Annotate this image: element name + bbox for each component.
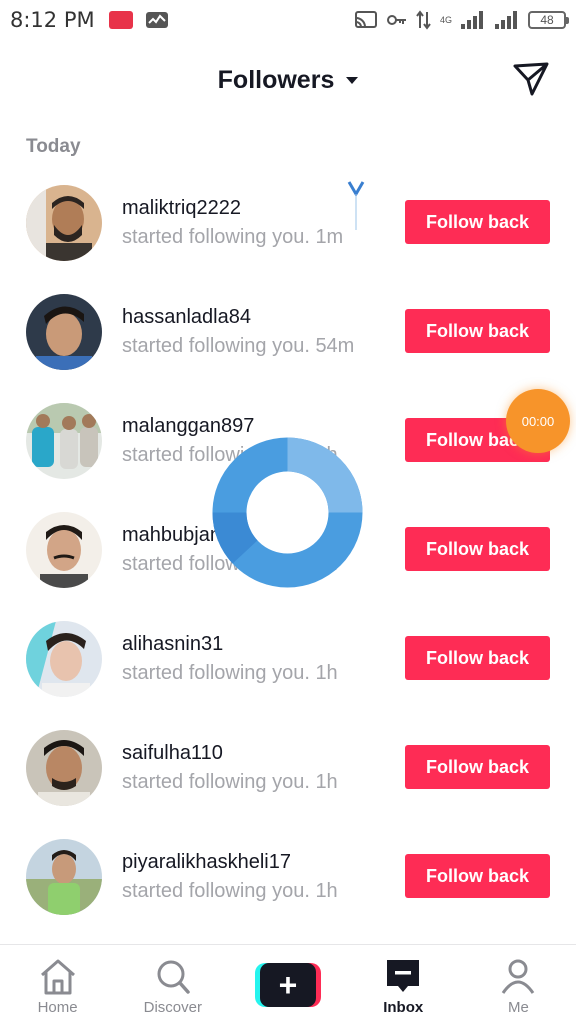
avatar[interactable] <box>26 729 102 806</box>
search-icon <box>157 960 190 994</box>
follower-row[interactable]: maliktriq2222 started following you. 1m … <box>0 168 576 277</box>
battery-icon: 48 <box>528 11 569 29</box>
header: Followers <box>0 52 576 108</box>
bottom-nav: Home Discover + Inbox Me <box>0 944 576 1024</box>
loading-spinner-icon <box>212 437 363 588</box>
avatar[interactable] <box>26 620 102 697</box>
follower-activity: started following you. 1h <box>122 770 338 793</box>
avatar[interactable] <box>26 838 102 915</box>
follower-username[interactable]: malanggan897 <box>122 415 384 438</box>
cast-icon <box>354 11 377 28</box>
follower-activity: started following you. 1m <box>122 225 344 248</box>
follow-back-button[interactable]: Follow back <box>405 200 550 244</box>
avatar[interactable] <box>26 293 102 370</box>
follower-row[interactable]: saifulha110 started following you. 1h Fo… <box>0 713 576 822</box>
follower-activity: started following you. 1h <box>122 661 338 684</box>
create-button[interactable]: + <box>255 962 321 1007</box>
follower-row[interactable]: alihasnin31 started following you. 1h Fo… <box>0 604 576 713</box>
follower-username[interactable]: maliktriq2222 <box>122 197 384 220</box>
recording-timer[interactable]: 00:00 <box>506 389 570 453</box>
status-bar: 8:12 PM 4G 48 <box>0 0 576 40</box>
nav-me[interactable]: Me <box>461 945 576 1024</box>
status-time: 8:12 PM <box>10 8 95 32</box>
touch-indicator-icon <box>347 181 365 230</box>
follow-back-button[interactable]: Follow back <box>405 309 550 353</box>
follower-username[interactable]: saifulha110 <box>122 742 384 765</box>
inbox-icon <box>387 960 420 992</box>
follower-row[interactable]: hassanladla84 started following you. 54m… <box>0 277 576 386</box>
page-title: Followers <box>217 65 335 94</box>
followers-dropdown[interactable]: Followers <box>218 66 359 95</box>
follower-username[interactable]: piyaralikhaskheli17 <box>122 851 384 874</box>
nav-inbox[interactable]: Inbox <box>346 945 461 1024</box>
profile-icon <box>502 959 535 994</box>
nav-me-label: Me <box>507 999 529 1016</box>
plus-icon: + <box>260 962 316 1007</box>
network-type: 4G <box>439 15 452 25</box>
home-icon <box>40 959 75 995</box>
key-icon <box>386 15 406 25</box>
nav-home[interactable]: Home <box>0 945 115 1024</box>
follow-back-button[interactable]: Follow back <box>405 636 550 680</box>
avatar[interactable] <box>26 402 102 479</box>
follower-row[interactable]: piyaralikhaskheli17 started following yo… <box>0 822 576 931</box>
signal-icon-2 <box>495 11 517 29</box>
follow-back-button[interactable]: Follow back <box>405 527 550 571</box>
nav-create: + <box>230 945 345 1024</box>
data-arrows-icon <box>416 10 431 30</box>
caret-down-icon <box>346 76 359 84</box>
follower-activity: started following you. 1h <box>122 879 338 902</box>
activity-icon <box>145 12 168 28</box>
follower-username[interactable]: hassanladla84 <box>122 306 384 329</box>
follow-back-button[interactable]: Follow back <box>405 745 550 789</box>
battery-level: 48 <box>540 13 554 27</box>
section-label-today: Today <box>26 136 81 157</box>
signal-icon <box>461 11 483 29</box>
nav-discover[interactable]: Discover <box>115 945 230 1024</box>
nav-discover-label: Discover <box>143 999 202 1016</box>
follower-username[interactable]: alihasnin31 <box>122 633 384 656</box>
direct-message-icon[interactable] <box>512 60 550 98</box>
follower-activity: started following you. 54m <box>122 334 355 357</box>
nav-inbox-label: Inbox <box>383 999 424 1016</box>
follow-back-button[interactable]: Follow back <box>405 854 550 898</box>
nav-home-label: Home <box>37 999 78 1016</box>
notification-app-icon <box>108 11 133 29</box>
avatar[interactable] <box>26 511 102 588</box>
status-indicators: 4G 48 <box>354 10 569 30</box>
avatar[interactable] <box>26 184 102 261</box>
